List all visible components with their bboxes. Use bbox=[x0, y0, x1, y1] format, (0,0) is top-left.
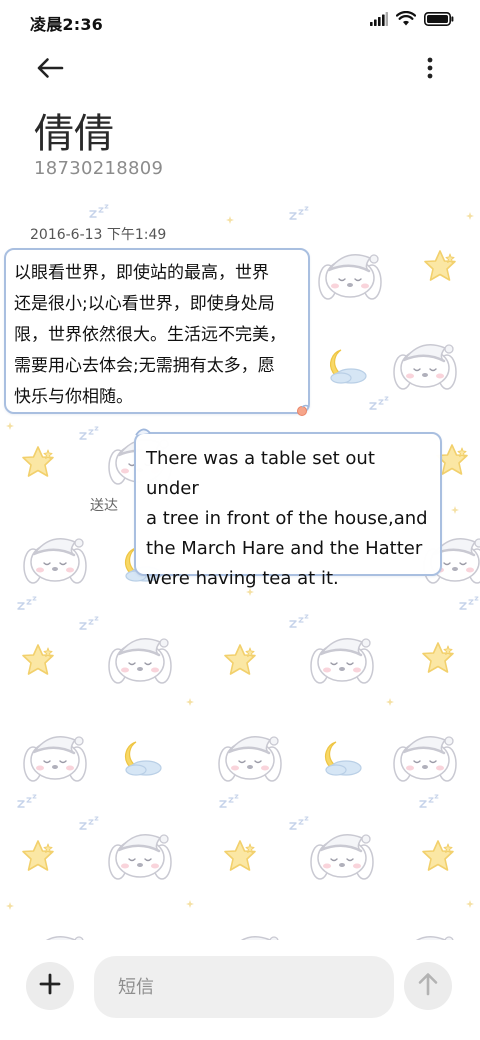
message-line: the March Hare and the Hatter bbox=[146, 538, 423, 559]
chat-area[interactable]: 2016-6-13 下午1:49 以眼看世界，即使站的最高，世界 还是很小;以心… bbox=[0, 196, 480, 940]
bubble-corner-decoration bbox=[297, 404, 310, 416]
message-line: a tree in front of the house,and bbox=[146, 508, 428, 529]
incoming-message-bubble[interactable]: 以眼看世界，即使站的最高，世界 还是很小;以心看世界，即使身处局 限，世界依然很… bbox=[4, 248, 310, 416]
status-time: 凌晨2:36 bbox=[30, 15, 103, 34]
bubble-corner-decoration bbox=[135, 428, 151, 436]
status-bar: 凌晨2:36 bbox=[0, 0, 480, 40]
message-line: 限，世界依然很大。生活远不完美， bbox=[14, 325, 286, 345]
message-line: 以眼看世界，即使站的最高，世界 bbox=[14, 263, 269, 283]
message-input[interactable] bbox=[94, 956, 394, 1018]
message-line: were having tea at it. bbox=[146, 568, 339, 589]
contact-name: 倩倩 bbox=[34, 111, 114, 157]
arrow-left-icon bbox=[36, 57, 64, 83]
message-line: 还是很小;以心看世界，即使身处局 bbox=[14, 294, 275, 314]
outgoing-message-bubble[interactable]: There was a table set out under a tree i… bbox=[134, 428, 442, 589]
arrow-up-icon bbox=[417, 972, 439, 1000]
message-line: 快乐与你相随。 bbox=[14, 387, 133, 407]
back-button[interactable] bbox=[28, 52, 72, 88]
message-line: There was a table set out under bbox=[146, 448, 375, 499]
contact-number: 18730218809 bbox=[34, 158, 164, 179]
status-icons bbox=[370, 10, 454, 30]
message-input-bar bbox=[0, 940, 480, 1040]
delivery-status: 送达 bbox=[90, 498, 118, 514]
message-line: 需要用心去体会;无需拥有太多，愿 bbox=[14, 356, 275, 376]
more-options-button[interactable] bbox=[412, 52, 448, 88]
conversation-header: 倩倩 18730218809 bbox=[0, 40, 480, 190]
incoming-message-text: 以眼看世界，即使站的最高，世界 还是很小;以心看世界，即使身处局 限，世界依然很… bbox=[14, 258, 300, 413]
more-vertical-icon bbox=[426, 57, 434, 83]
wifi-icon bbox=[395, 10, 417, 30]
send-button[interactable] bbox=[404, 962, 452, 1010]
outgoing-message-text: There was a table set out under a tree i… bbox=[146, 444, 432, 594]
battery-icon bbox=[424, 11, 454, 30]
add-attachment-button[interactable] bbox=[26, 962, 74, 1010]
plus-icon bbox=[39, 973, 61, 999]
signal-icon bbox=[370, 11, 388, 30]
message-timestamp: 2016-6-13 下午1:49 bbox=[30, 227, 167, 243]
